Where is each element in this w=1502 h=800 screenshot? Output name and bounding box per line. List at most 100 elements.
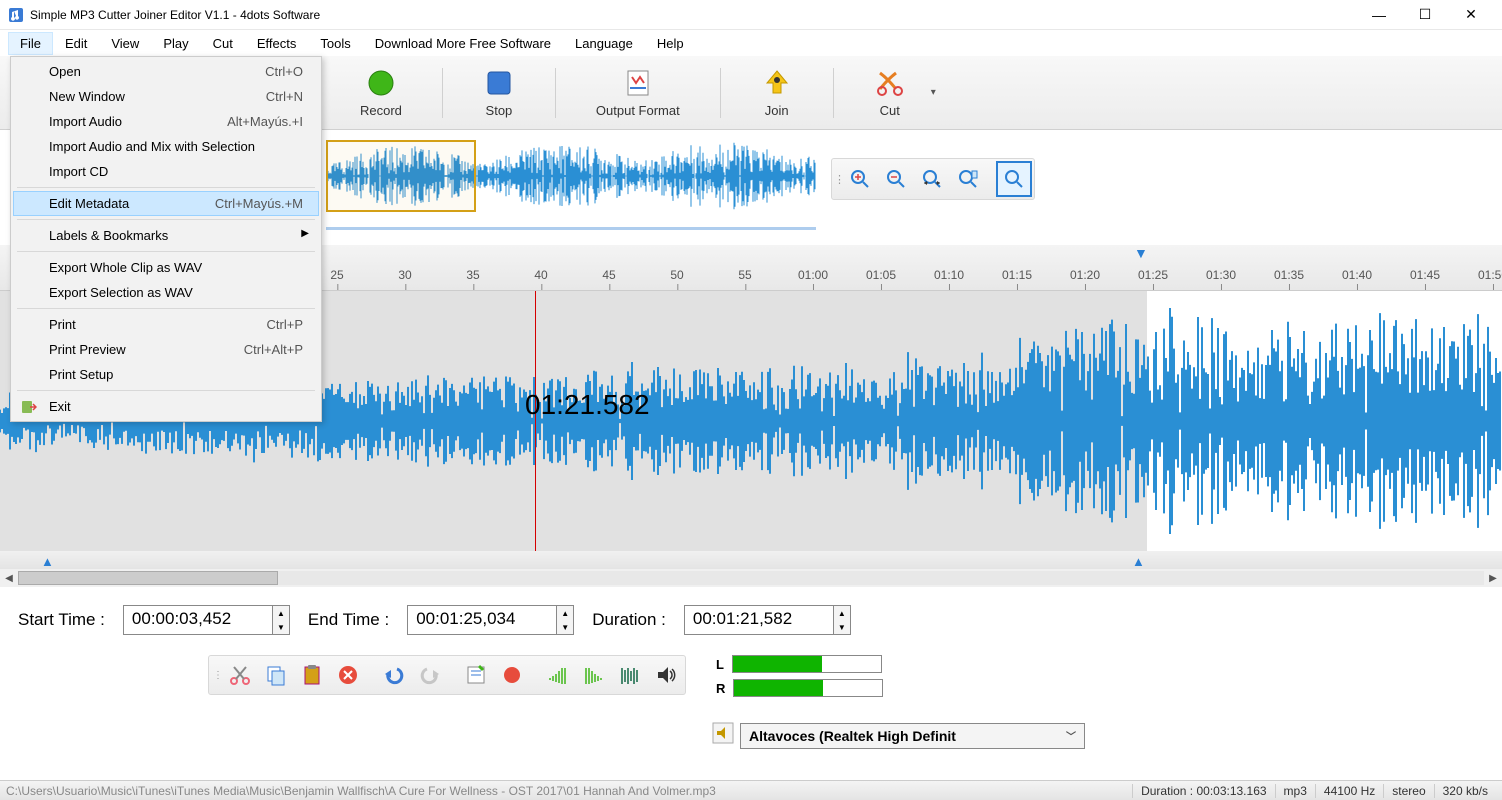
duration-down[interactable]: ▼ [834, 620, 850, 634]
markers-row: ▲ ▲ [0, 551, 1502, 569]
menu-view[interactable]: View [99, 32, 151, 55]
menu-effects[interactable]: Effects [245, 32, 309, 55]
zoom-out-button[interactable] [878, 161, 914, 197]
menu-cut[interactable]: Cut [201, 32, 245, 55]
ruler-tick: 01:50 [1478, 268, 1502, 282]
zoom-default-button[interactable] [996, 161, 1032, 197]
ruler-tick: 01:25 [1138, 268, 1168, 282]
ruler-tick: 45 [602, 268, 615, 282]
output-device-value: Altavoces (Realtek High Definit [749, 728, 956, 744]
output-device-row: Altavoces (Realtek High Definit ﹀ [712, 722, 1085, 749]
output-device-combo[interactable]: Altavoces (Realtek High Definit ﹀ [740, 723, 1085, 749]
duration-up[interactable]: ▲ [834, 606, 850, 620]
zoom-fit-button[interactable] [914, 161, 950, 197]
menu-import-audio[interactable]: Import AudioAlt+Mayús.+I [13, 109, 319, 134]
record-label: Record [360, 103, 402, 118]
fade-out-button[interactable] [579, 660, 609, 690]
ruler-tick: 01:05 [866, 268, 896, 282]
menu-separator [17, 187, 315, 188]
redo-button[interactable] [415, 660, 445, 690]
menu-print-preview[interactable]: Print PreviewCtrl+Alt+P [13, 337, 319, 362]
menu-edit[interactable]: Edit [53, 32, 99, 55]
undo-button[interactable] [379, 660, 409, 690]
end-time-input[interactable]: 00:01:25,034 [407, 605, 557, 635]
menu-tools[interactable]: Tools [308, 32, 362, 55]
ruler-tick: 01:30 [1206, 268, 1236, 282]
app-icon [8, 7, 24, 23]
ruler-tick: 01:20 [1070, 268, 1100, 282]
menu-language[interactable]: Language [563, 32, 645, 55]
file-menu-dropdown: OpenCtrl+O New WindowCtrl+N Import Audio… [10, 56, 322, 422]
menu-open[interactable]: OpenCtrl+O [13, 59, 319, 84]
ruler-tick: 50 [670, 268, 683, 282]
ruler-end-marker-icon[interactable]: ▼ [1134, 245, 1148, 261]
volume-button[interactable] [651, 660, 681, 690]
end-time-down[interactable]: ▼ [557, 620, 573, 634]
delete-button[interactable] [333, 660, 363, 690]
menu-import-mix[interactable]: Import Audio and Mix with Selection [13, 134, 319, 159]
normalize-button[interactable] [615, 660, 645, 690]
menu-play[interactable]: Play [151, 32, 200, 55]
overview-selection[interactable] [326, 140, 476, 212]
meter-r-label: R [716, 681, 725, 696]
cut-button[interactable]: Cut [864, 63, 916, 122]
scroll-thumb[interactable] [18, 571, 278, 585]
record-small-button[interactable] [497, 660, 527, 690]
playhead[interactable] [535, 291, 536, 551]
minimize-button[interactable]: — [1356, 0, 1402, 30]
ruler-tick: 01:45 [1410, 268, 1440, 282]
overview-waveform[interactable] [326, 140, 816, 230]
selection-end-marker-icon[interactable]: ▲ [1132, 554, 1145, 569]
start-time-input[interactable]: 00:00:03,452 [123, 605, 273, 635]
meter-l-label: L [716, 657, 724, 672]
menubar: File Edit View Play Cut Effects Tools Do… [0, 30, 1502, 56]
menu-download[interactable]: Download More Free Software [363, 32, 563, 55]
fade-in-button[interactable] [543, 660, 573, 690]
meter-l-bar [732, 655, 882, 673]
duration-input[interactable]: 00:01:21,582 [684, 605, 834, 635]
zoom-toolbar: ⋮ [831, 158, 1035, 200]
join-button[interactable]: Join [751, 63, 803, 122]
close-button[interactable]: ✕ [1448, 0, 1494, 30]
toolbar-grip-icon[interactable]: ⋮ [213, 670, 219, 681]
playhead-timecode: 01:21.582 [525, 389, 650, 421]
stop-button[interactable]: Stop [473, 63, 525, 122]
duration-spinner: ▲▼ [834, 605, 851, 635]
record-button[interactable]: Record [350, 63, 412, 122]
menu-edit-metadata[interactable]: Edit MetadataCtrl+Mayús.+M [13, 191, 319, 216]
copy-button[interactable] [261, 660, 291, 690]
output-format-button[interactable]: Output Format [586, 63, 690, 122]
scroll-right-button[interactable]: ▶ [1484, 569, 1502, 587]
level-meters: L R [716, 655, 883, 703]
menu-export-whole-wav[interactable]: Export Whole Clip as WAV [13, 255, 319, 280]
status-duration-label: Duration : 00:03:13.163 [1132, 784, 1274, 798]
zoom-selection-button[interactable] [950, 161, 986, 197]
ruler-tick: 30 [398, 268, 411, 282]
menu-file[interactable]: File [8, 32, 53, 55]
menu-import-cd[interactable]: Import CD [13, 159, 319, 184]
toolbar-separator [442, 68, 443, 118]
selection-start-marker-icon[interactable]: ▲ [41, 554, 54, 569]
menu-help[interactable]: Help [645, 32, 696, 55]
stop-label: Stop [486, 103, 513, 118]
start-time-up[interactable]: ▲ [273, 606, 289, 620]
menu-labels-bookmarks[interactable]: Labels & Bookmarks▶ [13, 223, 319, 248]
maximize-button[interactable]: ☐ [1402, 0, 1448, 30]
menu-print[interactable]: PrintCtrl+P [13, 312, 319, 337]
end-time-up[interactable]: ▲ [557, 606, 573, 620]
menu-exit[interactable]: Exit [13, 394, 319, 419]
ruler-tick: 25 [330, 268, 343, 282]
start-time-down[interactable]: ▼ [273, 620, 289, 634]
cut-dropdown-arrow[interactable]: ▾ [931, 87, 936, 98]
zoom-in-button[interactable] [842, 161, 878, 197]
scroll-left-button[interactable]: ◀ [0, 569, 18, 587]
horizontal-scrollbar[interactable]: ◀ ▶ [0, 569, 1502, 587]
cut-tool-button[interactable] [225, 660, 255, 690]
scroll-track[interactable] [18, 571, 1484, 585]
properties-button[interactable] [461, 660, 491, 690]
paste-button[interactable] [297, 660, 327, 690]
toolbar-grip-icon[interactable]: ⋮ [834, 161, 842, 197]
menu-print-setup[interactable]: Print Setup [13, 362, 319, 387]
menu-export-selection-wav[interactable]: Export Selection as WAV [13, 280, 319, 305]
menu-new-window[interactable]: New WindowCtrl+N [13, 84, 319, 109]
